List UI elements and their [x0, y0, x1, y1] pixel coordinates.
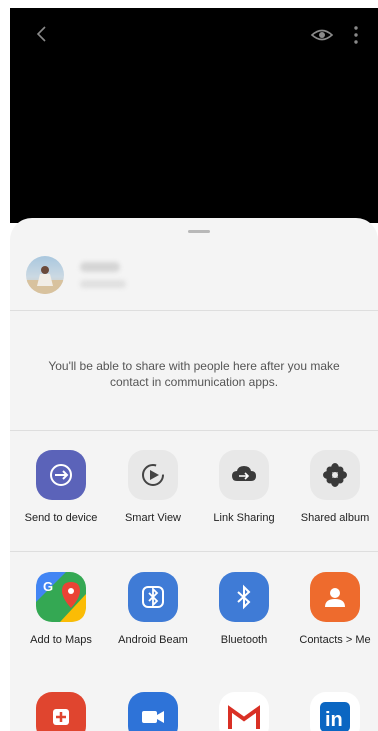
- link-sharing-option[interactable]: Link Sharing: [199, 450, 289, 524]
- contact-name-blurred: [80, 262, 120, 272]
- share-sheet: You'll be able to share with people here…: [10, 218, 378, 731]
- smart-view-option[interactable]: Smart View: [108, 450, 198, 524]
- svg-text:in: in: [325, 709, 343, 731]
- smart-view-icon: [128, 450, 178, 500]
- drag-handle[interactable]: [188, 230, 210, 233]
- bluetooth-option[interactable]: Bluetooth: [199, 572, 289, 646]
- option-label: Add to Maps: [30, 634, 92, 646]
- chevron-left-icon[interactable]: [32, 24, 52, 44]
- option-label: Shared album: [300, 512, 370, 524]
- more-vertical-icon[interactable]: [350, 24, 362, 46]
- option-label: Bluetooth: [220, 634, 268, 646]
- divider: [10, 310, 378, 311]
- link-sharing-icon: [219, 450, 269, 500]
- video-call-icon: [128, 692, 178, 731]
- send-to-device-option[interactable]: Send to device: [16, 450, 106, 524]
- add-icon: [36, 692, 86, 731]
- app-option[interactable]: [199, 692, 289, 731]
- app-option[interactable]: [16, 692, 106, 731]
- shared-album-option[interactable]: Shared album: [290, 450, 378, 524]
- option-label: Smart View: [124, 512, 182, 524]
- eye-icon[interactable]: [310, 26, 334, 44]
- viewer-top-bar: [10, 8, 378, 223]
- option-label: Android Beam: [118, 634, 188, 646]
- app-option[interactable]: in: [290, 692, 378, 731]
- shared-album-icon: [310, 450, 360, 500]
- person-photo-icon: [26, 266, 64, 294]
- contacts-icon: [310, 572, 360, 622]
- option-label: Link Sharing: [213, 512, 275, 524]
- send-to-device-icon: [36, 450, 86, 500]
- divider: [10, 430, 378, 431]
- android-beam-icon: [128, 572, 178, 622]
- option-label: Send to device: [24, 512, 98, 524]
- gmail-icon: [219, 692, 269, 731]
- option-label: Contacts > Me: [299, 634, 371, 646]
- bluetooth-icon: [219, 572, 269, 622]
- divider: [10, 551, 378, 552]
- android-beam-option[interactable]: Android Beam: [108, 572, 198, 646]
- add-to-maps-option[interactable]: G Add to Maps: [16, 572, 106, 646]
- linkedin-icon: in: [310, 692, 360, 731]
- svg-text:G: G: [43, 579, 53, 594]
- app-option[interactable]: [108, 692, 198, 731]
- share-info-text: You'll be able to share with people here…: [48, 359, 340, 389]
- google-maps-icon: G: [36, 572, 86, 622]
- recent-contact[interactable]: [10, 248, 378, 308]
- contacts-me-option[interactable]: Contacts > Me: [290, 572, 378, 646]
- contact-detail-blurred: [80, 280, 126, 288]
- avatar: [26, 256, 64, 294]
